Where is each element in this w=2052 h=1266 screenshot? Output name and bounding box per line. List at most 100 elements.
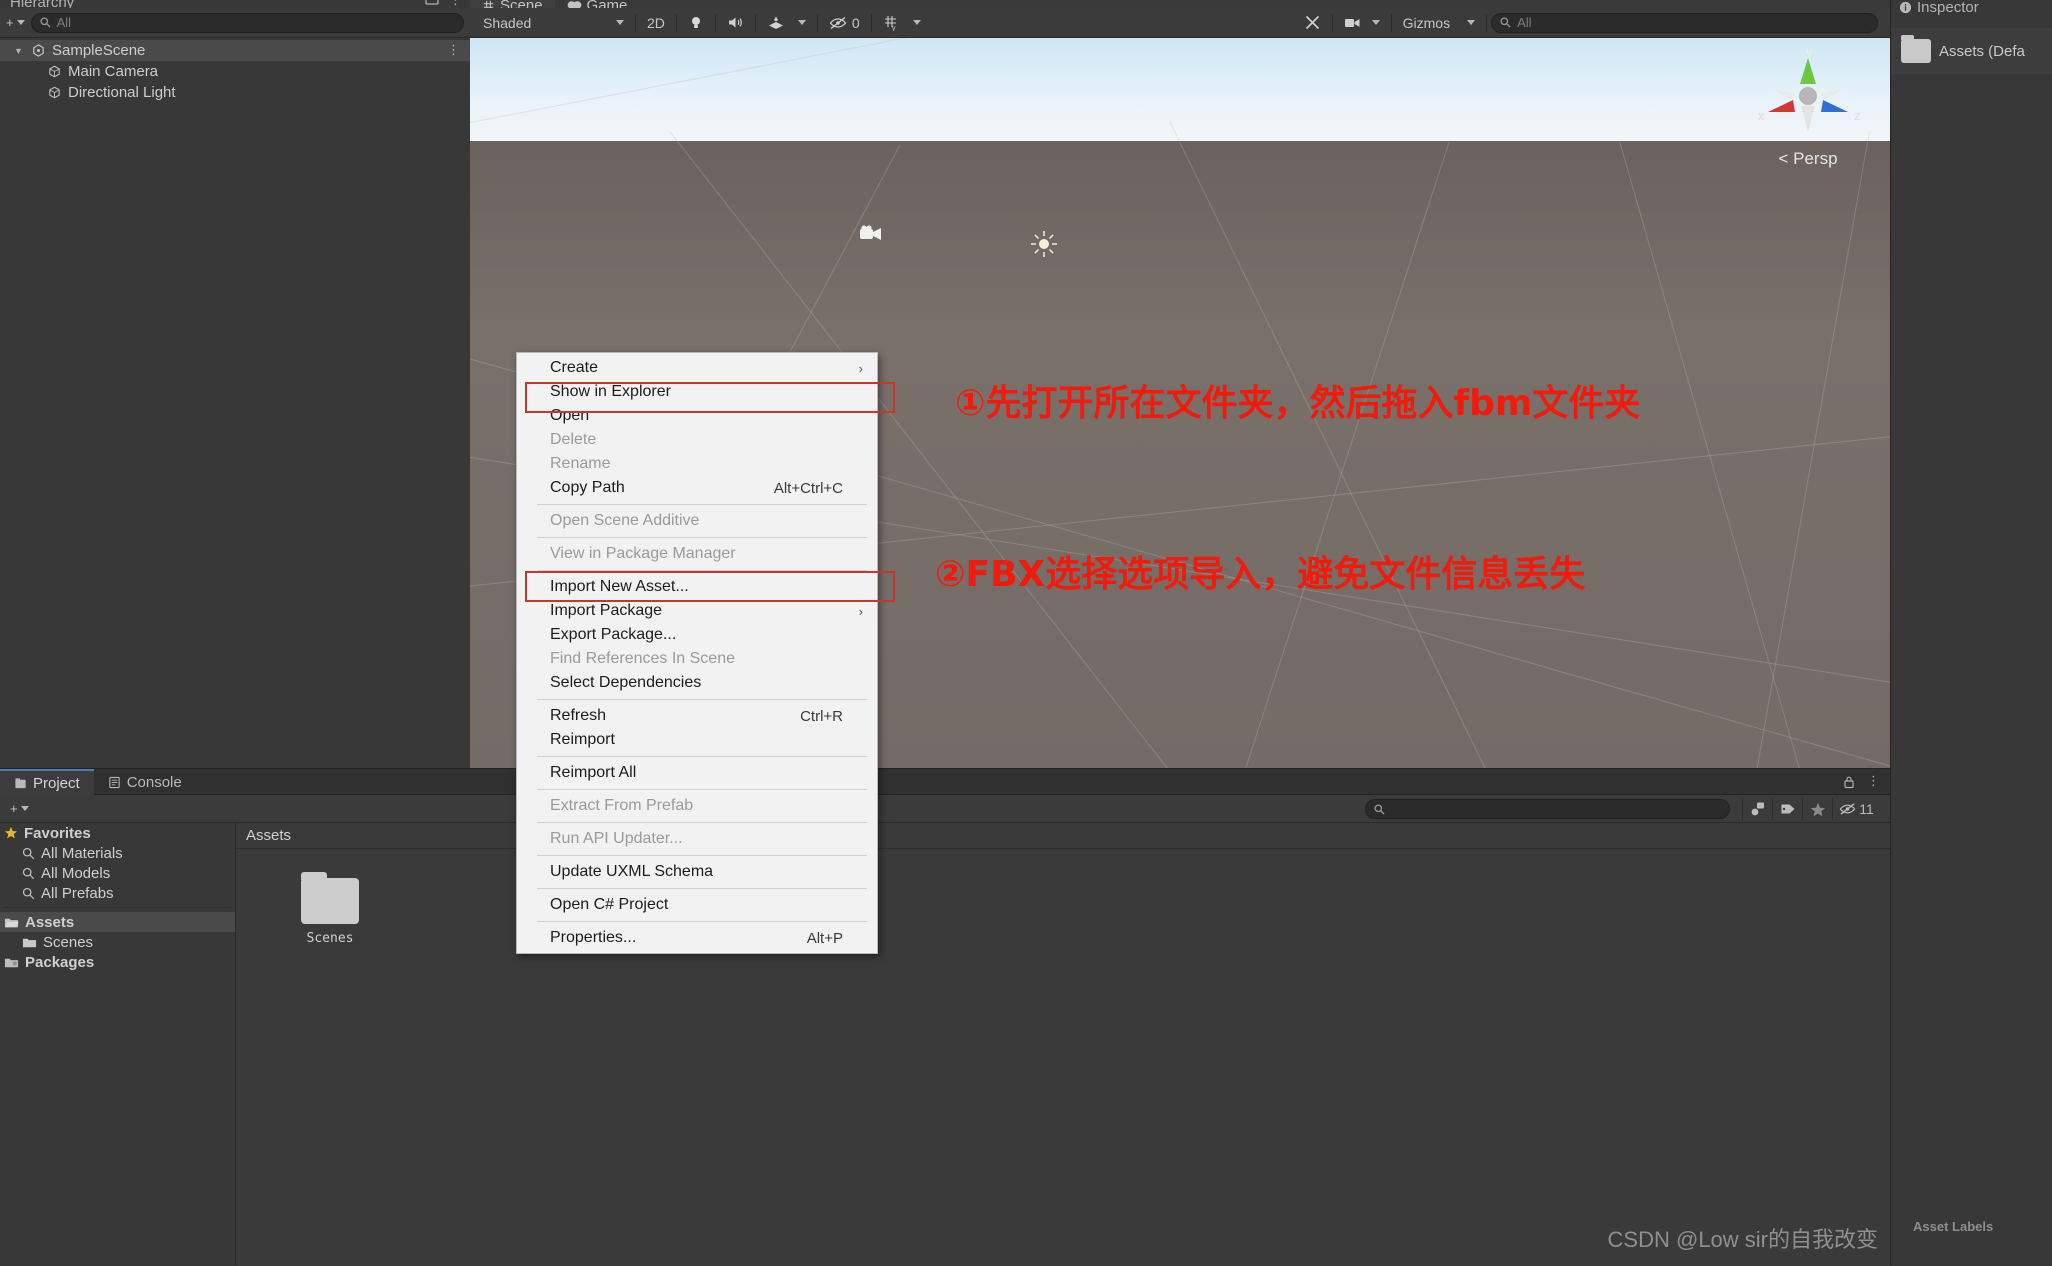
camera-gizmo[interactable] [858,224,884,249]
menu-item-delete: Delete [517,428,877,452]
hierarchy-item-samplescene[interactable]: ▼ SampleScene ⋮ [0,40,470,61]
hierarchy-search-input[interactable]: All [31,13,464,33]
kebab-menu-icon[interactable]: ⋮ [449,0,462,4]
hidden-packages-icon[interactable]: 11 [1832,798,1880,820]
scene-audio-toggle[interactable] [720,12,751,34]
tree-item-all-materials[interactable]: All Materials [0,843,235,863]
hierarchy-item-label: SampleScene [52,42,145,59]
menu-item-reimport[interactable]: Reimport [517,728,877,752]
scene-orientation-gizmo[interactable]: y x z < Persp [1738,40,1878,170]
menu-item-open-csharp-project[interactable]: Open C# Project [517,893,877,917]
toggle-2d[interactable]: 2D [640,12,672,34]
tree-item-favorites[interactable]: Favorites [0,823,235,843]
lock-icon[interactable] [1843,775,1855,789]
hierarchy-item-directional-light[interactable]: Directional Light [0,82,470,103]
tree-item-all-models[interactable]: All Models [0,863,235,883]
tab-inspector[interactable]: Inspector [1891,0,1979,20]
folder-open-icon [4,916,19,929]
menu-separator [537,888,867,889]
tree-item-all-prefabs[interactable]: All Prefabs [0,883,235,903]
hierarchy-window-controls: ⋮ [425,0,462,6]
menu-item-label: Open Scene Additive [550,512,699,530]
scene-visibility-toggle[interactable]: 0 [822,12,867,34]
hierarchy-search-placeholder: All [57,15,71,30]
menu-item-open-scene-additive: Open Scene Additive [517,509,877,533]
tree-item-packages[interactable]: Packages [0,952,235,972]
tab-console[interactable]: Console [94,769,196,795]
gizmos-dropdown[interactable]: Gizmos [1396,12,1482,34]
chevron-down-icon [616,20,624,25]
scene-lighting-toggle[interactable] [681,12,711,34]
add-label: + [10,801,18,816]
menu-item-update-uxml-schema[interactable]: Update UXML Schema [517,860,877,884]
menu-item-refresh[interactable]: Refresh Ctrl+R [517,704,877,728]
folder-pkg-icon [4,956,19,969]
menu-item-reimport-all[interactable]: Reimport All [517,761,877,785]
search-icon [1374,804,1385,815]
tree-item-label: All Materials [41,845,123,862]
menu-item-create[interactable]: Create › [517,356,877,380]
breadcrumb: Assets [236,823,1890,849]
star-icon [4,826,18,840]
hierarchy-search-row: + All [0,8,470,38]
tree-item-scenes[interactable]: Scenes [0,932,235,952]
menu-item-select-dependencies[interactable]: Select Dependencies [517,671,877,695]
kebab-menu-icon[interactable]: ⋮ [1867,777,1880,785]
menu-item-label: Reimport All [550,764,636,782]
label-filter-icon[interactable] [1772,798,1802,820]
folder-icon [1901,39,1931,63]
menu-item-label: Properties... [550,929,636,947]
tab-project[interactable]: Project [0,769,94,795]
scene-fx-toggle[interactable] [760,12,813,34]
project-search-input[interactable] [1365,799,1730,819]
tree-item-label: Scenes [43,934,93,951]
chevron-down-icon[interactable]: ▼ [14,46,25,56]
menu-item-label: Find References In Scene [550,650,735,668]
hierarchy-item-main-camera[interactable]: Main Camera [0,61,470,82]
menu-separator [537,504,867,505]
hierarchy-add-button[interactable]: + [6,15,25,30]
light-gizmo[interactable] [1030,230,1058,263]
gameobject-icon [47,64,62,79]
asset-context-menu[interactable]: Create › Show in Explorer Open Delete Re… [516,352,878,954]
menu-item-label: Update UXML Schema [550,863,713,881]
menu-separator [537,756,867,757]
watermark: CSDN @Low sir的自我改变 [1608,1222,1890,1254]
menu-item-copy-path[interactable]: Copy Path Alt+Ctrl+C [517,476,877,500]
menu-item-shortcut: Ctrl+R [800,708,843,725]
hierarchy-tree: ▼ SampleScene ⋮ Main Camera Directional … [0,40,470,103]
menu-item-label: Import Package [550,602,662,620]
info-icon [1899,1,1912,14]
asset-item-scenes[interactable]: Scenes [284,878,376,946]
chevron-right-icon: › [859,604,863,619]
menu-item-label: Open C# Project [550,896,668,914]
menu-item-label: Create [550,359,598,377]
menu-item-label: Run API Updater... [550,830,683,848]
draw-mode-label: Shaded [483,15,531,31]
project-add-button[interactable]: + [8,801,29,816]
menu-separator [537,537,867,538]
asset-labels-section[interactable]: Asset Labels [1913,1219,1993,1234]
favorite-star-icon[interactable] [1802,798,1832,820]
draw-mode-dropdown[interactable]: Shaded [476,12,631,34]
project-assets-panel[interactable]: Assets Scenes [236,823,1890,1266]
tree-item-label: All Models [41,865,110,882]
scene-tools-button[interactable] [1297,12,1328,34]
scene-grid-toggle[interactable]: y [876,12,928,34]
menu-item-shortcut: Alt+Ctrl+C [774,480,843,497]
menu-item-label: Extract From Prefab [550,797,693,815]
tree-item-assets[interactable]: Assets [0,912,235,932]
scene-search-input[interactable]: All [1491,13,1878,33]
menu-item-import-package[interactable]: Import Package › [517,599,877,623]
scene-camera-button[interactable] [1337,12,1387,34]
asset-filter-icon[interactable] [1742,798,1772,820]
kebab-menu-icon[interactable]: ⋮ [447,46,460,54]
menu-item-extract-from-prefab: Extract From Prefab [517,794,877,818]
lightbulb-icon [688,15,704,31]
menu-item-properties[interactable]: Properties... Alt+P [517,926,877,950]
window-layout-icon[interactable] [425,0,439,6]
divider [755,14,756,32]
breadcrumb-label: Assets [246,827,291,844]
chevron-down-icon [17,20,25,25]
menu-item-export-package[interactable]: Export Package... [517,623,877,647]
